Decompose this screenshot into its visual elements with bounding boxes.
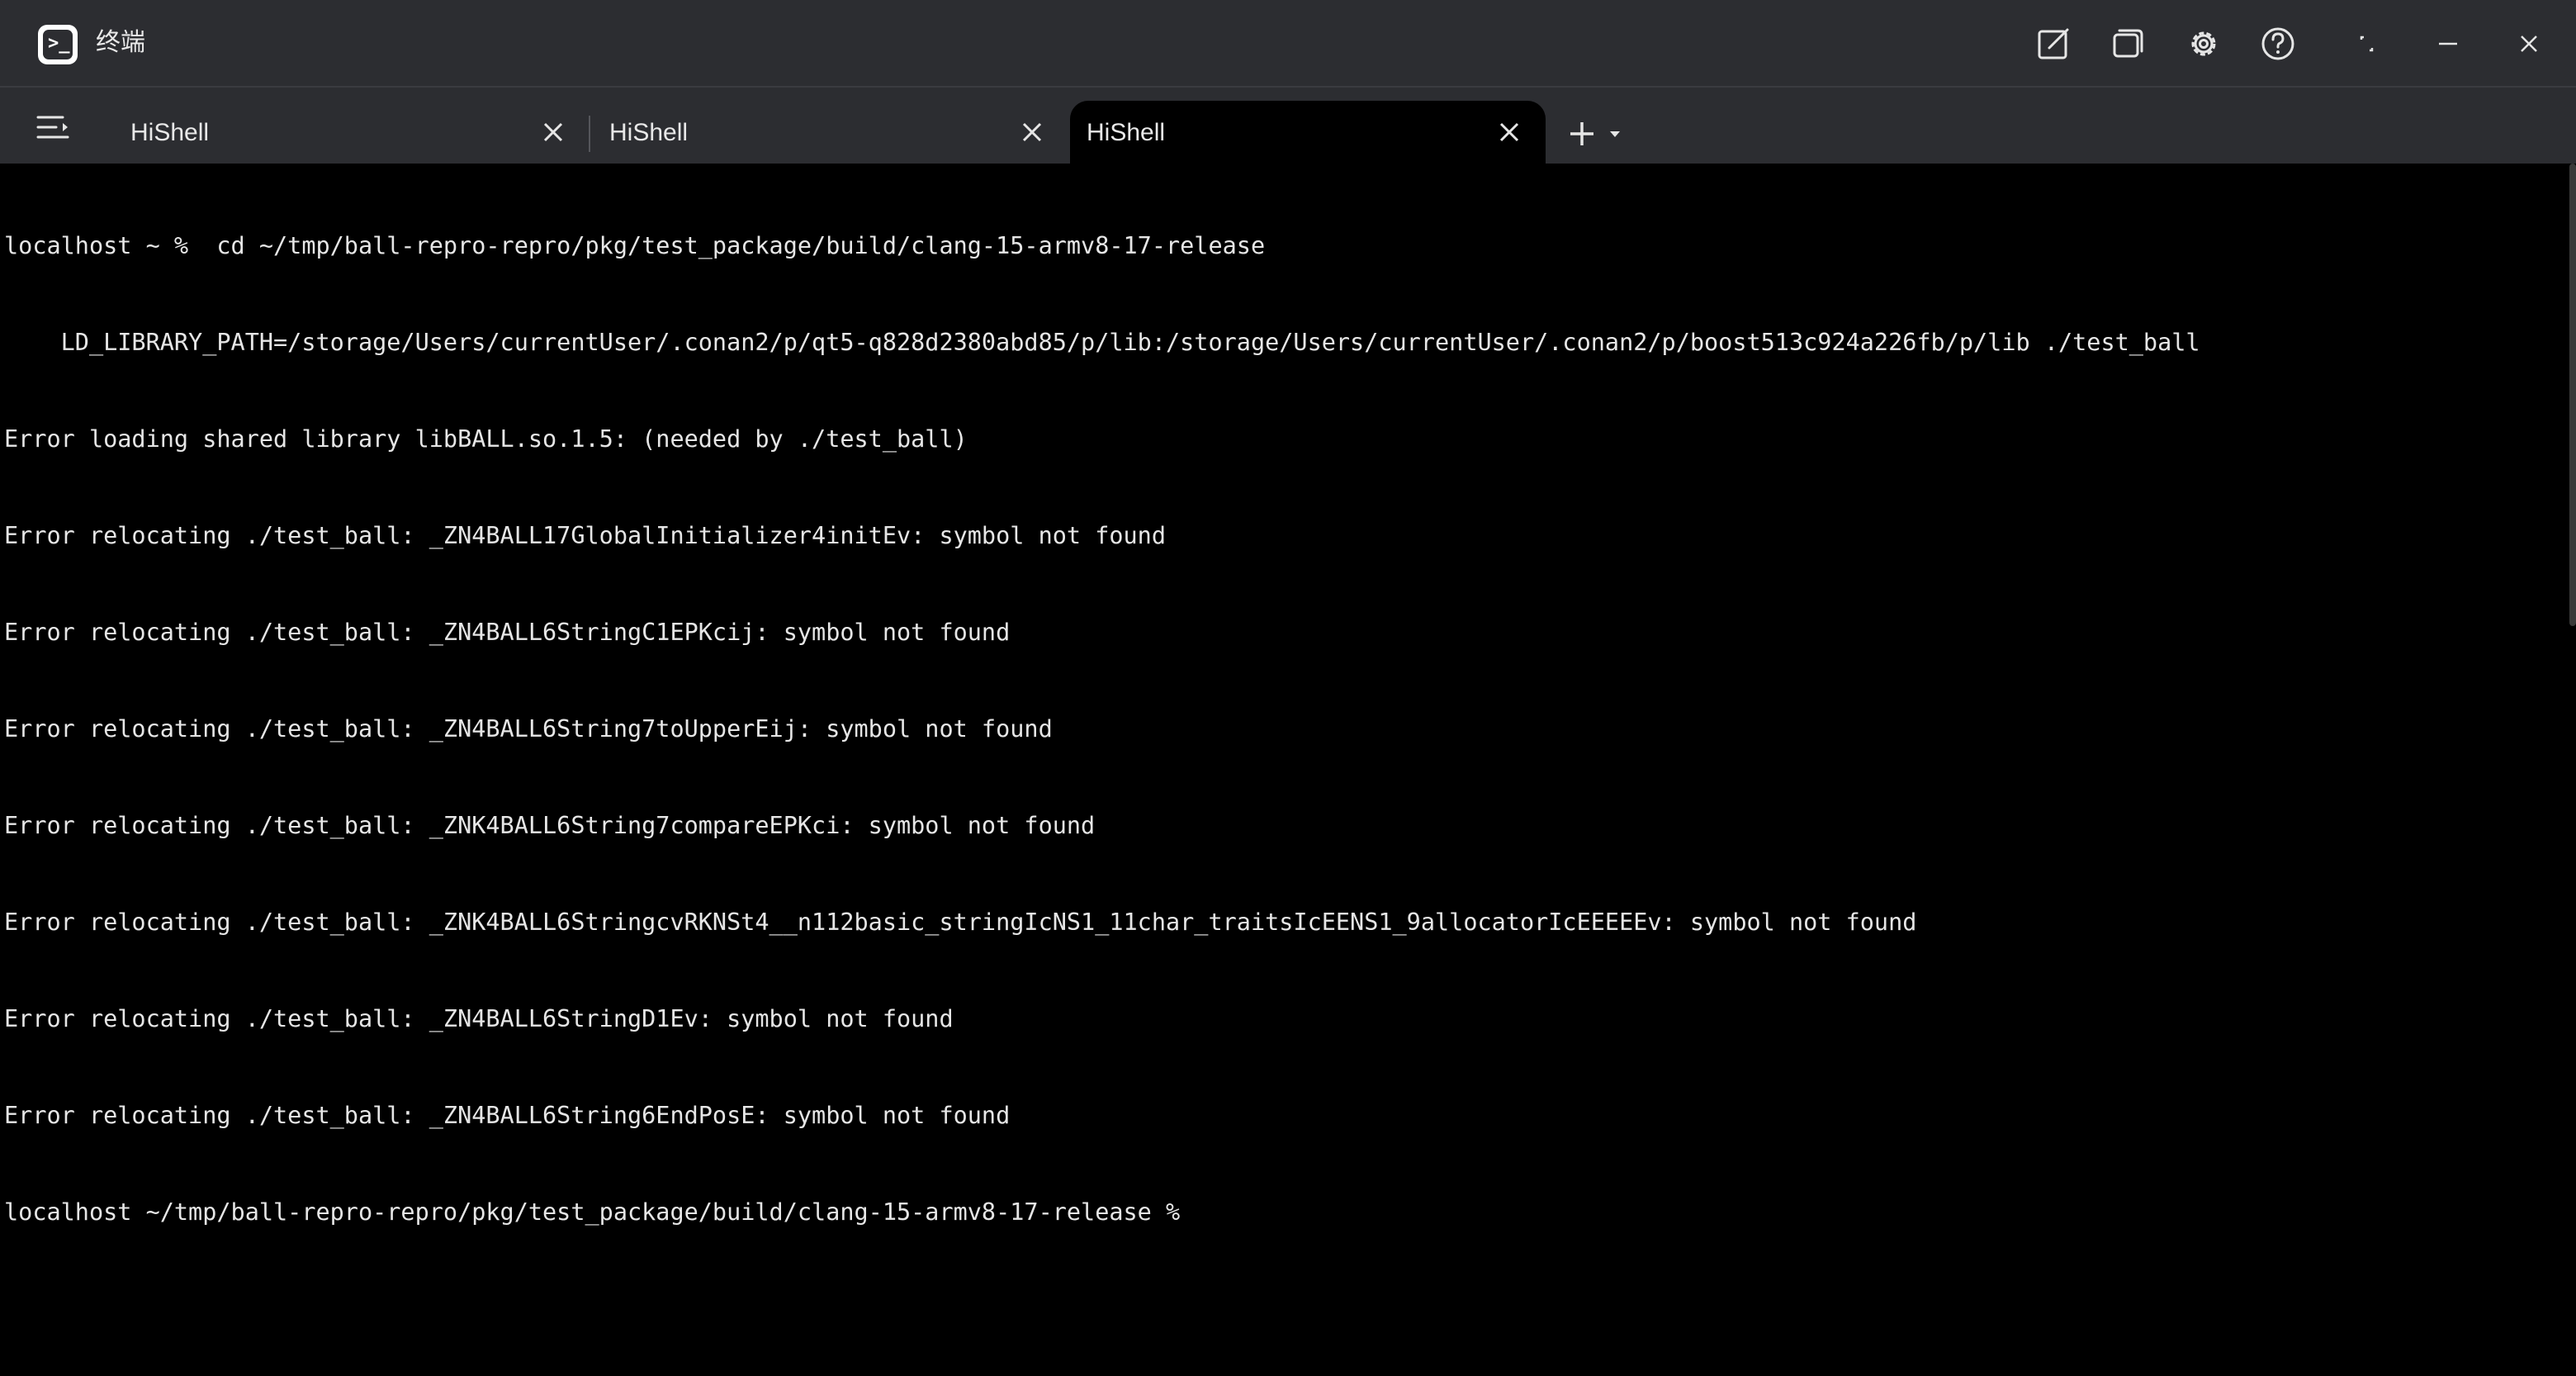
terminal-scrollbar[interactable] [2569,164,2576,626]
terminal-line-error: Error relocating ./test_ball: _ZN4BALL6S… [4,1102,1011,1129]
title-bar[interactable]: >_ 终端 [0,0,2576,86]
terminal-line-command-continued: LD_LIBRARY_PATH=/storage/Users/currentUs… [4,329,2200,356]
tab-separator [589,116,590,152]
terminal-app-icon: >_ [38,25,78,64]
tab-menu-icon[interactable] [33,111,78,144]
tab-label: HiShell [130,119,210,146]
terminal-line-error: Error relocating ./test_ball: _ZN4BALL6S… [4,619,1011,646]
tab-hishell-1[interactable]: HiShell [112,101,583,165]
help-icon[interactable] [2254,20,2302,68]
minimize-icon[interactable] [2424,20,2472,68]
terminal-line-prompt: localhost ~/tmp/ball-repro-repro/pkg/tes… [4,1198,1181,1226]
add-tab-icon [1570,122,1593,145]
restore-icon[interactable] [2342,20,2389,68]
terminal-line-error: Error loading shared library libBALL.so.… [4,425,968,453]
settings-gear-icon[interactable] [2180,20,2228,68]
terminal-window: >_ 终端 HiShell HiShell HiShell localhost … [0,0,2576,1376]
tab-close-icon[interactable] [1017,117,1047,147]
terminal-line-error: Error relocating ./test_ball: _ZN4BALL17… [4,522,1166,549]
terminal-line-error: Error relocating ./test_ball: _ZN4BALL6S… [4,1005,954,1032]
tab-close-icon[interactable] [1494,117,1524,147]
terminal-text: localhost ~ % cd ~/tmp/ball-repro-repro/… [4,165,2200,1293]
new-window-icon[interactable] [2029,20,2077,68]
dropdown-caret-icon [1610,131,1620,137]
split-windows-icon[interactable] [2104,20,2152,68]
terminal-line-command: localhost ~ % cd ~/tmp/ball-repro-repro/… [4,232,1266,259]
close-icon[interactable] [2505,20,2553,68]
tab-label: HiShell [609,119,689,146]
tab-label: HiShell [1087,119,1166,146]
add-tab-button[interactable] [1565,117,1631,150]
tab-hishell-3-active[interactable]: HiShell [1070,101,1546,165]
terminal-output-area[interactable]: localhost ~ % cd ~/tmp/ball-repro-repro/… [0,164,2576,1376]
terminal-line-error: Error relocating ./test_ball: _ZNK4BALL6… [4,909,1917,936]
tab-bar: HiShell HiShell HiShell [0,86,2576,165]
window-title: 终端 [96,28,145,57]
terminal-line-error: Error relocating ./test_ball: _ZN4BALL6S… [4,715,1053,743]
tab-close-icon[interactable] [538,117,568,147]
tab-hishell-2[interactable]: HiShell [591,101,1062,165]
terminal-line-error: Error relocating ./test_ball: _ZNK4BALL6… [4,812,1096,839]
